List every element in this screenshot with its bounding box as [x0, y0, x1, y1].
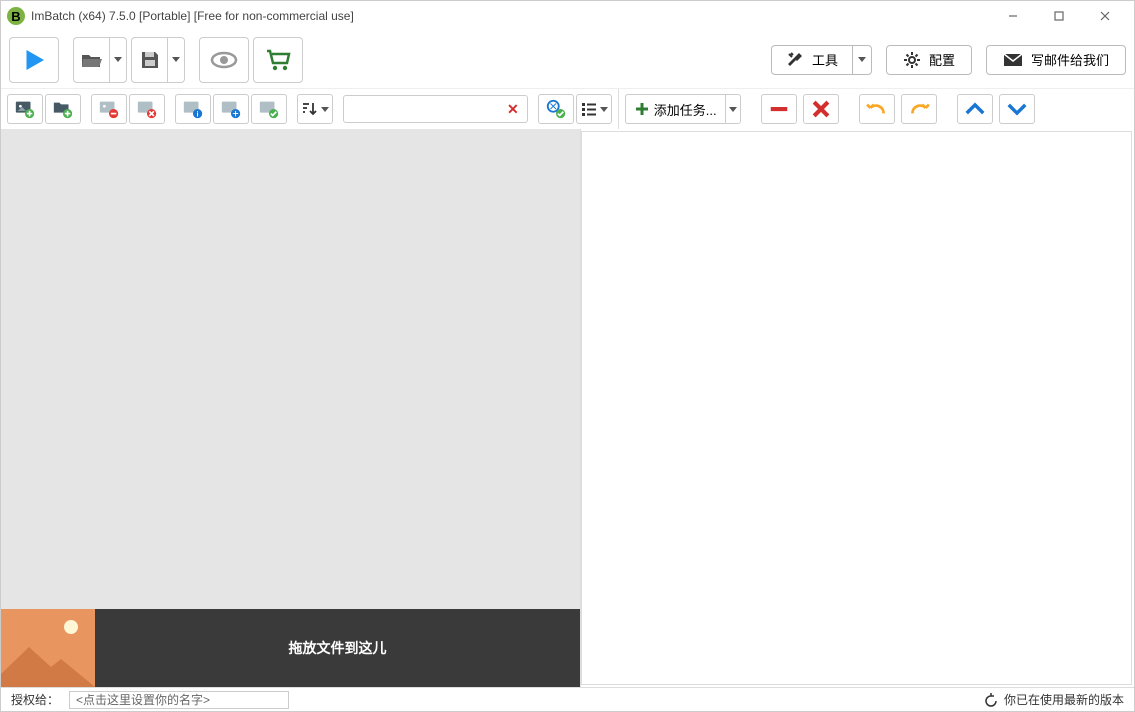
chevron-down-icon: [1006, 98, 1028, 120]
statusbar: 授权给： 你已在使用最新的版本: [1, 687, 1134, 711]
eye-icon: [210, 50, 238, 70]
content-area: 拖放文件到这儿: [1, 129, 1134, 687]
images-toolbar: i ✕: [1, 89, 619, 129]
app-logo-icon: B: [7, 7, 25, 25]
list-view-button[interactable]: [576, 94, 612, 124]
chevron-down-icon: [321, 107, 329, 112]
images-panel[interactable]: 拖放文件到这儿: [1, 129, 581, 687]
email-label: 写邮件给我们: [1031, 50, 1109, 69]
add-image-button[interactable]: [7, 94, 43, 124]
delete-task-button[interactable]: [803, 94, 839, 124]
play-icon: [19, 45, 49, 75]
tools-label: 工具: [812, 50, 838, 69]
tasks-toolbar: 添加任务...: [619, 89, 1134, 129]
tools-dropdown[interactable]: [852, 45, 872, 75]
open-dropdown[interactable]: [109, 37, 127, 83]
drop-zone-text: 拖放文件到这儿: [95, 638, 580, 658]
tools-split-button[interactable]: 工具: [771, 45, 872, 75]
chevron-down-icon: [729, 107, 737, 112]
titlebar: B ImBatch (x64) 7.5.0 [Portable] [Free f…: [1, 1, 1134, 31]
config-button[interactable]: 配置: [886, 45, 972, 75]
cart-icon: [265, 48, 291, 72]
shop-button[interactable]: [253, 37, 303, 83]
move-up-button[interactable]: [957, 94, 993, 124]
plus-icon: [634, 101, 650, 117]
list-icon: [580, 100, 598, 118]
tools-button[interactable]: 工具: [771, 45, 852, 75]
task-check-icon: [545, 98, 567, 120]
search-input[interactable]: [348, 102, 503, 116]
sort-icon: [301, 100, 319, 118]
open-folder-icon: [80, 49, 104, 71]
clear-search-button[interactable]: ✕: [503, 101, 523, 118]
gear-icon: [903, 51, 921, 69]
maximize-button[interactable]: [1036, 1, 1082, 31]
undo-icon: [866, 98, 888, 120]
undo-button[interactable]: [859, 94, 895, 124]
close-button[interactable]: [1082, 1, 1128, 31]
move-down-button[interactable]: [999, 94, 1035, 124]
chevron-up-icon: [964, 98, 986, 120]
minus-icon: [768, 98, 790, 120]
add-task-button[interactable]: 添加任务...: [625, 94, 725, 124]
add-task-label: 添加任务...: [654, 100, 717, 119]
add-folder-button[interactable]: [45, 94, 81, 124]
image-info2-button[interactable]: [213, 94, 249, 124]
check-image-icon: [258, 98, 280, 120]
chevron-down-icon: [858, 57, 866, 62]
license-name-input[interactable]: [69, 691, 289, 709]
config-label: 配置: [929, 50, 955, 69]
open-split-button[interactable]: [73, 37, 127, 83]
tasks-panel[interactable]: [581, 131, 1132, 685]
license-label: 授权给：: [11, 691, 59, 708]
add-image-icon: [14, 98, 36, 120]
preview-button[interactable]: [199, 37, 249, 83]
image-info-button[interactable]: i: [175, 94, 211, 124]
x-icon: [810, 98, 832, 120]
redo-icon: [908, 98, 930, 120]
search-box[interactable]: ✕: [343, 95, 528, 123]
remove-task-button[interactable]: [761, 94, 797, 124]
task-check-button[interactable]: [538, 94, 574, 124]
run-button[interactable]: [9, 37, 59, 83]
version-status-text: 你已在使用最新的版本: [1004, 691, 1124, 708]
window-title: ImBatch (x64) 7.5.0 [Portable] [Free for…: [31, 9, 990, 23]
add-task-dropdown[interactable]: [725, 94, 741, 124]
image-info2-icon: [220, 98, 242, 120]
sub-toolbars: i ✕: [1, 89, 1134, 129]
remove-all-button[interactable]: [129, 94, 165, 124]
add-folder-icon: [52, 98, 74, 120]
save-icon: [139, 49, 161, 71]
image-info-icon: i: [182, 98, 204, 120]
chevron-down-icon: [600, 107, 608, 112]
save-button[interactable]: [131, 37, 167, 83]
chevron-down-icon: [114, 57, 122, 62]
svg-text:i: i: [197, 109, 199, 118]
save-dropdown[interactable]: [167, 37, 185, 83]
chevron-down-icon: [172, 57, 180, 62]
drop-zone[interactable]: 拖放文件到这儿: [1, 609, 580, 687]
remove-image-button[interactable]: [91, 94, 127, 124]
drop-thumb-icon: [1, 609, 95, 687]
mail-icon: [1003, 53, 1023, 67]
open-button[interactable]: [73, 37, 109, 83]
email-button[interactable]: 写邮件给我们: [986, 45, 1126, 75]
sort-button[interactable]: [297, 94, 333, 124]
save-split-button[interactable]: [131, 37, 185, 83]
minimize-button[interactable]: [990, 1, 1036, 31]
wrench-icon: [786, 51, 804, 69]
main-toolbar: 工具 配置 写邮件给我们: [1, 31, 1134, 89]
remove-all-icon: [136, 98, 158, 120]
check-image-button[interactable]: [251, 94, 287, 124]
add-task-split-button[interactable]: 添加任务...: [625, 94, 741, 124]
redo-button[interactable]: [901, 94, 937, 124]
refresh-icon: [984, 693, 998, 707]
remove-image-icon: [98, 98, 120, 120]
